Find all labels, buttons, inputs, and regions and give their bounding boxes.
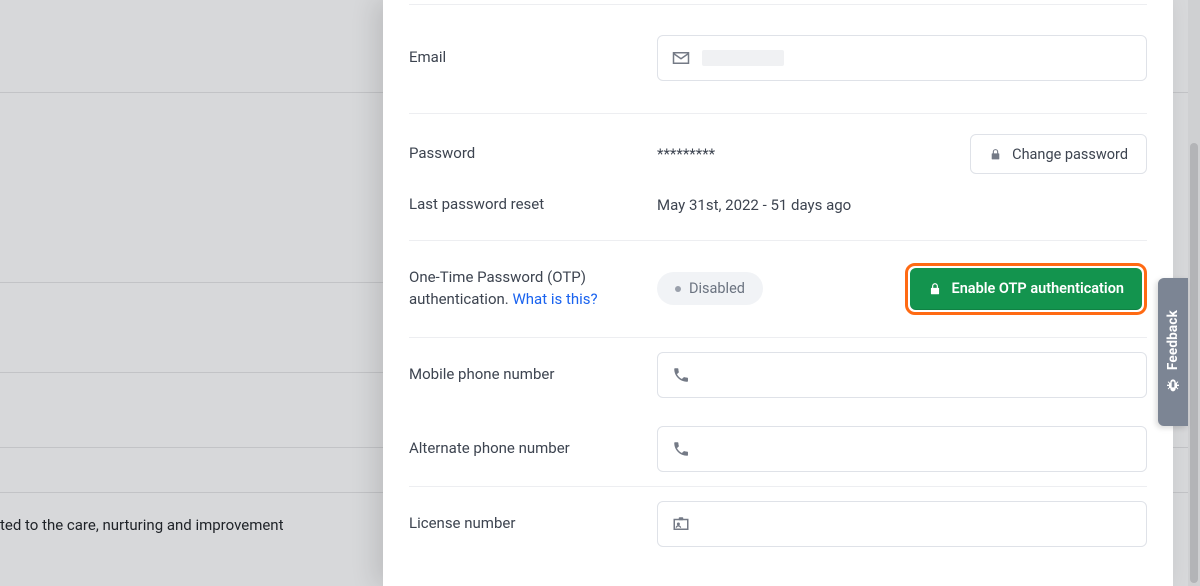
row-email: Email <box>409 5 1147 113</box>
label-alternate-phone: Alternate phone number <box>409 438 657 460</box>
mobile-phone-input[interactable] <box>657 352 1147 398</box>
status-dot-icon <box>675 286 681 292</box>
change-password-label: Change password <box>1012 146 1128 163</box>
lock-icon <box>928 282 942 296</box>
email-value-redacted <box>702 50 784 66</box>
row-otp: One-Time Password (OTP) authentication. … <box>409 240 1147 337</box>
otp-status-text: Disabled <box>689 280 745 297</box>
alternate-phone-input[interactable] <box>657 426 1147 472</box>
phone-icon <box>672 441 690 457</box>
row-alternate-phone: Alternate phone number <box>409 412 1147 486</box>
change-password-button[interactable]: Change password <box>970 134 1147 174</box>
row-license-number: License number <box>409 486 1147 547</box>
label-license: License number <box>409 513 657 535</box>
bg-partial-text: ted to the care, nurturing and improveme… <box>0 516 284 534</box>
envelope-icon <box>672 50 690 66</box>
row-password: Password ********* Change password <box>409 113 1147 184</box>
row-last-password-reset: Last password reset May 31st, 2022 - 51 … <box>409 184 1147 240</box>
highlight-annotation: Enable OTP authentication <box>905 263 1147 315</box>
row-mobile-phone: Mobile phone number <box>409 337 1147 412</box>
label-last-reset: Last password reset <box>409 194 657 216</box>
label-password: Password <box>409 143 657 165</box>
label-otp: One-Time Password (OTP) authentication. … <box>409 267 657 311</box>
phone-icon <box>672 367 690 383</box>
label-mobile-phone: Mobile phone number <box>409 364 657 386</box>
scrollbar-track[interactable] <box>1188 0 1200 586</box>
id-card-icon <box>672 516 690 532</box>
scrollbar-thumb[interactable] <box>1190 143 1198 583</box>
email-input[interactable] <box>657 35 1147 81</box>
lock-icon <box>989 148 1002 161</box>
last-reset-value: May 31st, 2022 - 51 days ago <box>657 196 851 214</box>
otp-status-badge: Disabled <box>657 272 763 305</box>
settings-panel: Email Password ********* Change password… <box>383 0 1173 586</box>
license-input[interactable] <box>657 501 1147 547</box>
enable-otp-label: Enable OTP authentication <box>952 280 1124 297</box>
enable-otp-button[interactable]: Enable OTP authentication <box>910 268 1142 310</box>
bug-icon <box>1165 378 1181 394</box>
label-email: Email <box>409 47 657 69</box>
feedback-tab[interactable]: Feedback <box>1158 278 1188 426</box>
feedback-label: Feedback <box>1165 310 1181 370</box>
password-masked: ********* <box>657 145 715 163</box>
otp-what-is-this-link[interactable]: What is this? <box>512 290 597 308</box>
